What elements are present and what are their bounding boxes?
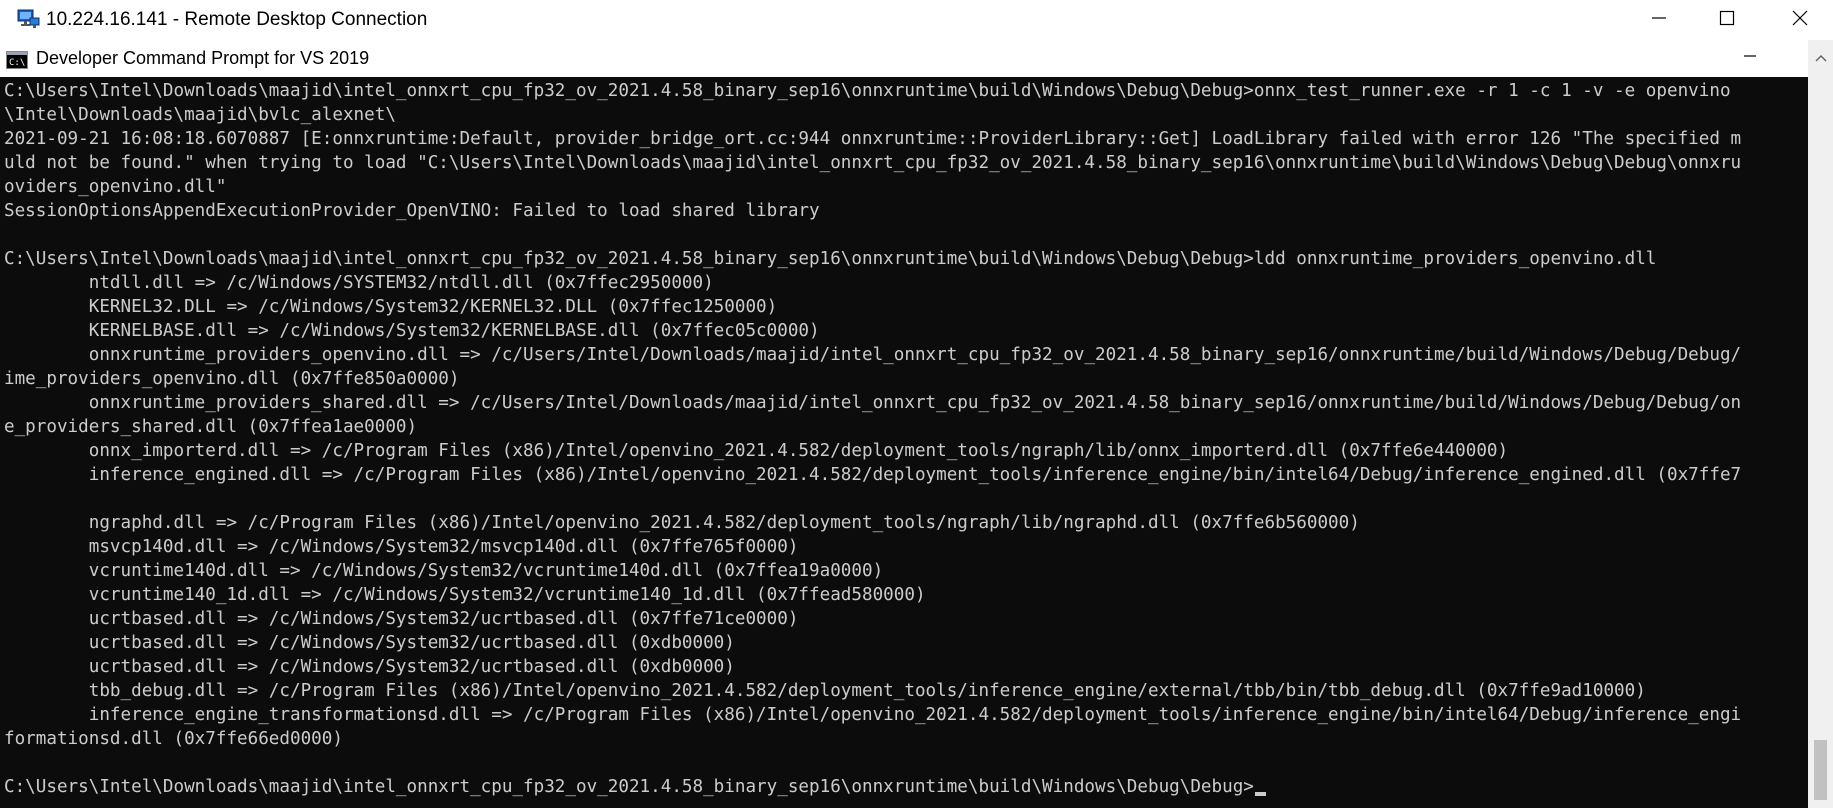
cmd-title-bar[interactable]: C:\ Developer Command Prompt for VS 2019 (0, 40, 1833, 77)
console-line: onnx_importerd.dll => /c/Program Files (… (88, 441, 1509, 461)
text-cursor (1254, 792, 1266, 796)
console-line: uld not be found." when trying to load "… (4, 153, 1742, 173)
maximize-icon (1719, 10, 1735, 31)
rdp-title-bar[interactable]: 10.224.16.141 - Remote Desktop Connectio… (0, 0, 1833, 40)
rdp-maximize-button[interactable] (1694, 0, 1760, 40)
console-line: vcruntime140_1d.dll => /c/Windows/System… (88, 585, 926, 605)
minimize-icon (1651, 10, 1667, 31)
console-line: tbb_debug.dll => /c/Program Files (x86)/… (88, 681, 1646, 701)
console-line: onnxruntime_providers_shared.dll => /c/U… (88, 393, 1742, 413)
console-line: vcruntime140d.dll => /c/Windows/System32… (88, 561, 884, 581)
console-line: ucrtbased.dll => /c/Windows/System32/ucr… (88, 657, 735, 677)
console-line: formationsd.dll (0x7ffe66ed0000) (4, 729, 343, 749)
console-line: inference_engine_transformationsd.dll =>… (88, 705, 1742, 725)
console-line: ntdll.dll => /c/Windows/SYSTEM32/ntdll.d… (88, 273, 714, 293)
chevron-up-icon (1815, 49, 1827, 67)
console-line: ucrtbased.dll => /c/Windows/System32/ucr… (88, 633, 735, 653)
cmd-window-title: Developer Command Prompt for VS 2019 (36, 48, 370, 68)
vertical-scrollbar[interactable] (1808, 40, 1833, 808)
console-line: \Intel\Downloads\maajid\bvlc_alexnet\ (4, 105, 396, 125)
console-line: SessionOptionsAppendExecutionProvider_Op… (4, 201, 820, 221)
console-line: ime_providers_openvino.dll (0x7ffe850a00… (4, 369, 460, 389)
console-line: e_providers_shared.dll (0x7ffea1ae0000) (4, 417, 418, 437)
rdp-minimize-button[interactable] (1626, 0, 1692, 40)
scroll-up-button[interactable] (1808, 48, 1833, 68)
rdp-close-button[interactable] (1767, 0, 1833, 40)
console-line: oviders_openvino.dll" (4, 177, 227, 197)
console-line: msvcp140d.dll => /c/Windows/System32/msv… (88, 537, 799, 557)
console-line: C:\Users\Intel\Downloads\maajid\intel_on… (4, 249, 1657, 269)
console-line: ngraphd.dll => /c/Program Files (x86)/In… (88, 513, 1360, 533)
console-line: inference_engined.dll => /c/Program File… (88, 465, 1742, 485)
svg-text:C:\: C:\ (9, 58, 25, 68)
scrollbar-thumb[interactable] (1814, 740, 1827, 800)
cmd-icon: C:\ (6, 51, 28, 69)
console-line: C:\Users\Intel\Downloads\maajid\intel_on… (4, 81, 1731, 101)
console-line: KERNELBASE.dll => /c/Windows/System32/KE… (88, 321, 820, 341)
console-prompt: C:\Users\Intel\Downloads\maajid\intel_on… (4, 777, 1254, 797)
console-output-lines: C:\Users\Intel\Downloads\maajid\intel_on… (4, 81, 1741, 749)
console-text: C:\Users\Intel\Downloads\maajid\intel_on… (4, 79, 1741, 799)
console-line: 2021-09-21 16:08:18.6070887 [E:onnxrunti… (4, 129, 1742, 149)
console-output-area[interactable]: C:\Users\Intel\Downloads\maajid\intel_on… (0, 77, 1808, 808)
remote-desktop-icon (16, 9, 40, 31)
cmd-minimize-button[interactable] (1735, 40, 1765, 77)
console-line: onnxruntime_providers_openvino.dll => /c… (88, 345, 1742, 365)
console-line: KERNEL32.DLL => /c/Windows/System32/KERN… (88, 297, 778, 317)
console-line: ucrtbased.dll => /c/Windows/System32/ucr… (88, 609, 799, 629)
close-icon (1792, 10, 1808, 31)
minimize-icon (1743, 49, 1757, 68)
rdp-window-title: 10.224.16.141 - Remote Desktop Connectio… (46, 9, 428, 30)
